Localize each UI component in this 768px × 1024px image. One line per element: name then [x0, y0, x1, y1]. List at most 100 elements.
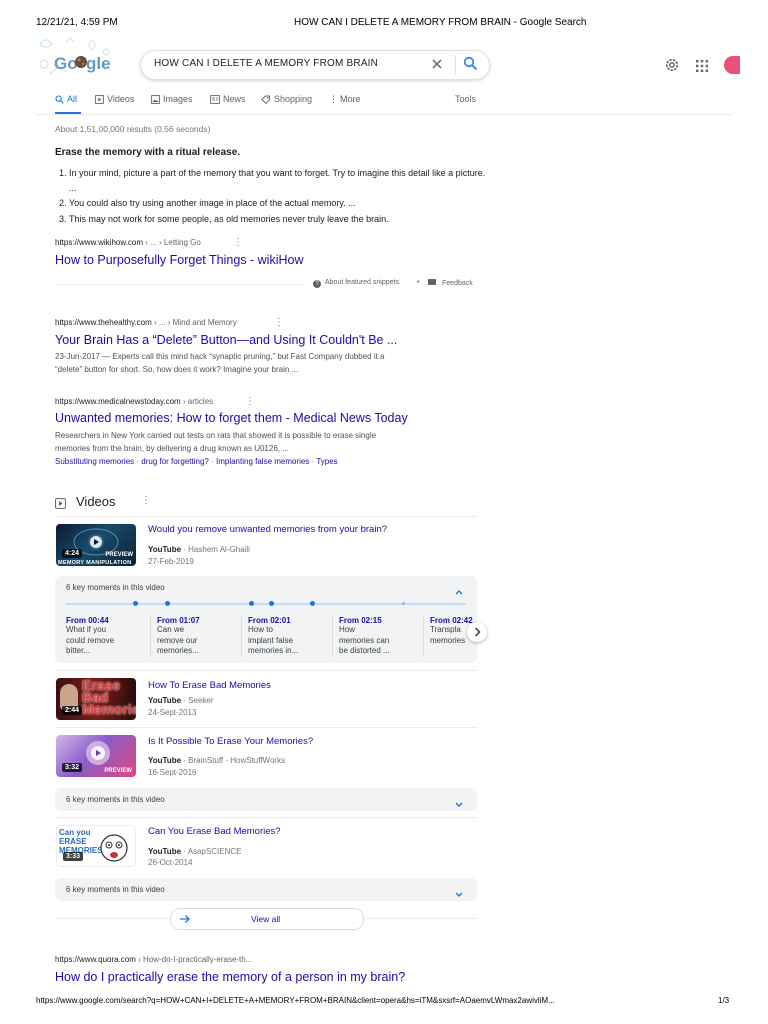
- result-cite[interactable]: https://www.thehealthy.com › ... › Mind …: [55, 318, 237, 327]
- thumbnail-text: Erase Bad Memories: [82, 678, 136, 717]
- preview-badge: PREVIEW: [104, 768, 132, 774]
- news-icon: [210, 95, 220, 104]
- print-footer-url: https://www.google.com/search?q=HOW+CAN+…: [36, 996, 555, 1005]
- video-source: YouTube · Seeker: [148, 696, 214, 705]
- chevron-down-icon[interactable]: [454, 796, 464, 814]
- key-moment-desc: How memories can be distorted ...: [339, 625, 390, 655]
- video-thumbnail[interactable]: 4:24 PREVIEW MEMORY MANIPULATION: [56, 524, 136, 566]
- tab-images[interactable]: Images: [151, 94, 193, 104]
- key-moment[interactable]: From 01:07 Can we remove our memories...: [157, 616, 237, 657]
- chevron-up-icon[interactable]: [454, 583, 464, 601]
- result-title-link[interactable]: Your Brain Has a “Delete” Button—and Usi…: [55, 333, 397, 347]
- cite-path: › How-do-I-practically-erase-th...: [135, 955, 253, 964]
- timeline-marker[interactable]: [133, 601, 138, 606]
- featured-cite[interactable]: https://www.wikihow.com › ... › Letting …: [55, 238, 201, 247]
- key-moment-divider: [423, 615, 424, 657]
- search-icon[interactable]: [463, 56, 478, 71]
- tab-shopping[interactable]: Shopping: [261, 94, 313, 105]
- video-platform: YouTube: [148, 696, 182, 705]
- tab-tools[interactable]: Tools: [455, 94, 476, 104]
- key-moments-label[interactable]: 6 key moments in this video: [66, 583, 165, 592]
- video-thumbnail[interactable]: 3:32 PREVIEW: [56, 735, 136, 777]
- video-title-link[interactable]: Would you remove unwanted memories from …: [148, 524, 387, 535]
- videos-heading: Videos: [76, 494, 116, 509]
- clear-icon[interactable]: [430, 57, 444, 71]
- result-snippet: 23-Jun-2017 — Experts call this mind hac…: [55, 350, 455, 376]
- snippet-line: “delete” button for short. So, how does …: [55, 365, 299, 374]
- sitelink[interactable]: drug for forgetting?: [141, 457, 209, 466]
- thumbnail-caption: MEMORY MANIPULATION: [58, 560, 132, 566]
- feedback-link[interactable]: Feedback: [428, 279, 473, 287]
- result-title-link[interactable]: How do I practically erase the memory of…: [55, 970, 405, 984]
- sitelink[interactable]: Substituting memories: [55, 457, 134, 466]
- video-thumbnail[interactable]: Can you ERASE MEMORIES 3:33: [56, 825, 136, 867]
- result-cite[interactable]: https://www.quora.com › How-do-I-practic…: [55, 955, 252, 964]
- result-stats: About 1,51,00,000 results (0.56 seconds): [55, 124, 211, 134]
- timeline-marker[interactable]: [165, 601, 170, 606]
- duration-badge: 3:33: [63, 852, 84, 861]
- result-cite[interactable]: https://www.medicalnewstoday.com › artic…: [55, 397, 213, 406]
- duration-badge: 2:44: [62, 706, 83, 715]
- key-moment-divider: [150, 615, 151, 657]
- tab-more[interactable]: ⋮ More: [329, 94, 361, 105]
- video-source: YouTube · Hashem Al-Ghaili: [148, 545, 250, 554]
- section-divider: [55, 516, 477, 517]
- key-moment-desc: What if you could remove bitter...: [66, 625, 115, 655]
- apps-grid-icon[interactable]: [696, 59, 708, 72]
- video-date: 24-Sept-2013: [148, 708, 197, 717]
- timeline-marker[interactable]: [249, 601, 254, 606]
- featured-result-link[interactable]: How to Purposefully Forget Things - wiki…: [55, 253, 303, 267]
- more-options-icon[interactable]: ⋮: [274, 317, 284, 328]
- sitelink-separator: ·: [208, 457, 216, 466]
- timeline-marker[interactable]: [310, 601, 315, 606]
- about-featured-snippets[interactable]: ? About featured snippets: [313, 279, 399, 288]
- tab-label: Shopping: [274, 94, 313, 104]
- snippet-line: 23-Jun-2017 — Experts call this mind hac…: [55, 352, 385, 361]
- timeline-marker[interactable]: [402, 602, 405, 605]
- tag-icon: [261, 95, 270, 105]
- chevron-down-icon[interactable]: [454, 886, 464, 904]
- google-doodle-logo[interactable]: Go gle: [36, 34, 114, 82]
- video-source: YouTube · AsapSCIENCE: [148, 847, 242, 856]
- avatar[interactable]: [724, 56, 740, 74]
- tab-label: Tools: [455, 94, 477, 104]
- tab-news[interactable]: News: [210, 94, 246, 104]
- tab-all[interactable]: All: [55, 94, 77, 104]
- result-title-link[interactable]: Unwanted memories: How to forget them - …: [55, 411, 408, 425]
- chevron-right-icon: [474, 627, 481, 637]
- key-moment-time: From 01:07: [157, 616, 200, 625]
- more-options-icon[interactable]: ⋮: [141, 495, 151, 506]
- tab-videos[interactable]: Videos: [95, 94, 134, 104]
- next-arrow-button[interactable]: [467, 622, 487, 642]
- video-source: YouTube · BrainStuff - HowStuffWorks: [148, 756, 286, 765]
- video-title-link[interactable]: How To Erase Bad Memories: [148, 680, 271, 691]
- cite-url: https://www.thehealthy.com: [55, 318, 152, 327]
- thumbnail-text: Can you ERASE MEMORIES: [59, 828, 103, 855]
- print-page-number: 1/3: [718, 996, 730, 1005]
- view-all-button[interactable]: View all: [170, 908, 364, 930]
- key-moment-time: From 02:01: [248, 616, 291, 625]
- key-moment[interactable]: From 02:01 How to implant false memories i…: [248, 616, 328, 657]
- sitelink[interactable]: Types: [316, 457, 337, 466]
- video-thumbnail[interactable]: Erase Bad Memories 2:44: [56, 678, 136, 720]
- cite-url: https://www.medicalnewstoday.com: [55, 397, 181, 406]
- gear-icon[interactable]: [664, 57, 680, 73]
- svg-text:gle: gle: [86, 54, 111, 73]
- section-divider: [55, 727, 477, 728]
- video-date: 27-Feb-2019: [148, 557, 194, 566]
- more-options-icon[interactable]: ⋮: [245, 396, 255, 407]
- timeline-marker[interactable]: [269, 601, 274, 606]
- sitelinks: Substituting memories · drug for forgett…: [55, 457, 338, 466]
- tab-label: All: [67, 94, 78, 104]
- video-date: 16-Sept-2016: [148, 768, 197, 777]
- more-options-icon[interactable]: ⋮: [233, 237, 243, 248]
- cite-path: › ... › Mind and Memory: [151, 318, 237, 327]
- key-moment[interactable]: From 02:15 How memories can be distorted .…: [339, 616, 419, 657]
- video-title-link[interactable]: Can You Erase Bad Memories?: [148, 826, 281, 837]
- search-icon: [55, 95, 64, 104]
- key-moment[interactable]: From 00:44 What if you could remove bitter…: [66, 616, 146, 657]
- search-input[interactable]: HOW CAN I DELETE A MEMORY FROM BRAIN: [154, 58, 378, 69]
- video-title-link[interactable]: Is It Possible To Erase Your Memories?: [148, 736, 313, 747]
- feedback-icon: [428, 279, 436, 285]
- sitelink[interactable]: Implanting false memories: [216, 457, 309, 466]
